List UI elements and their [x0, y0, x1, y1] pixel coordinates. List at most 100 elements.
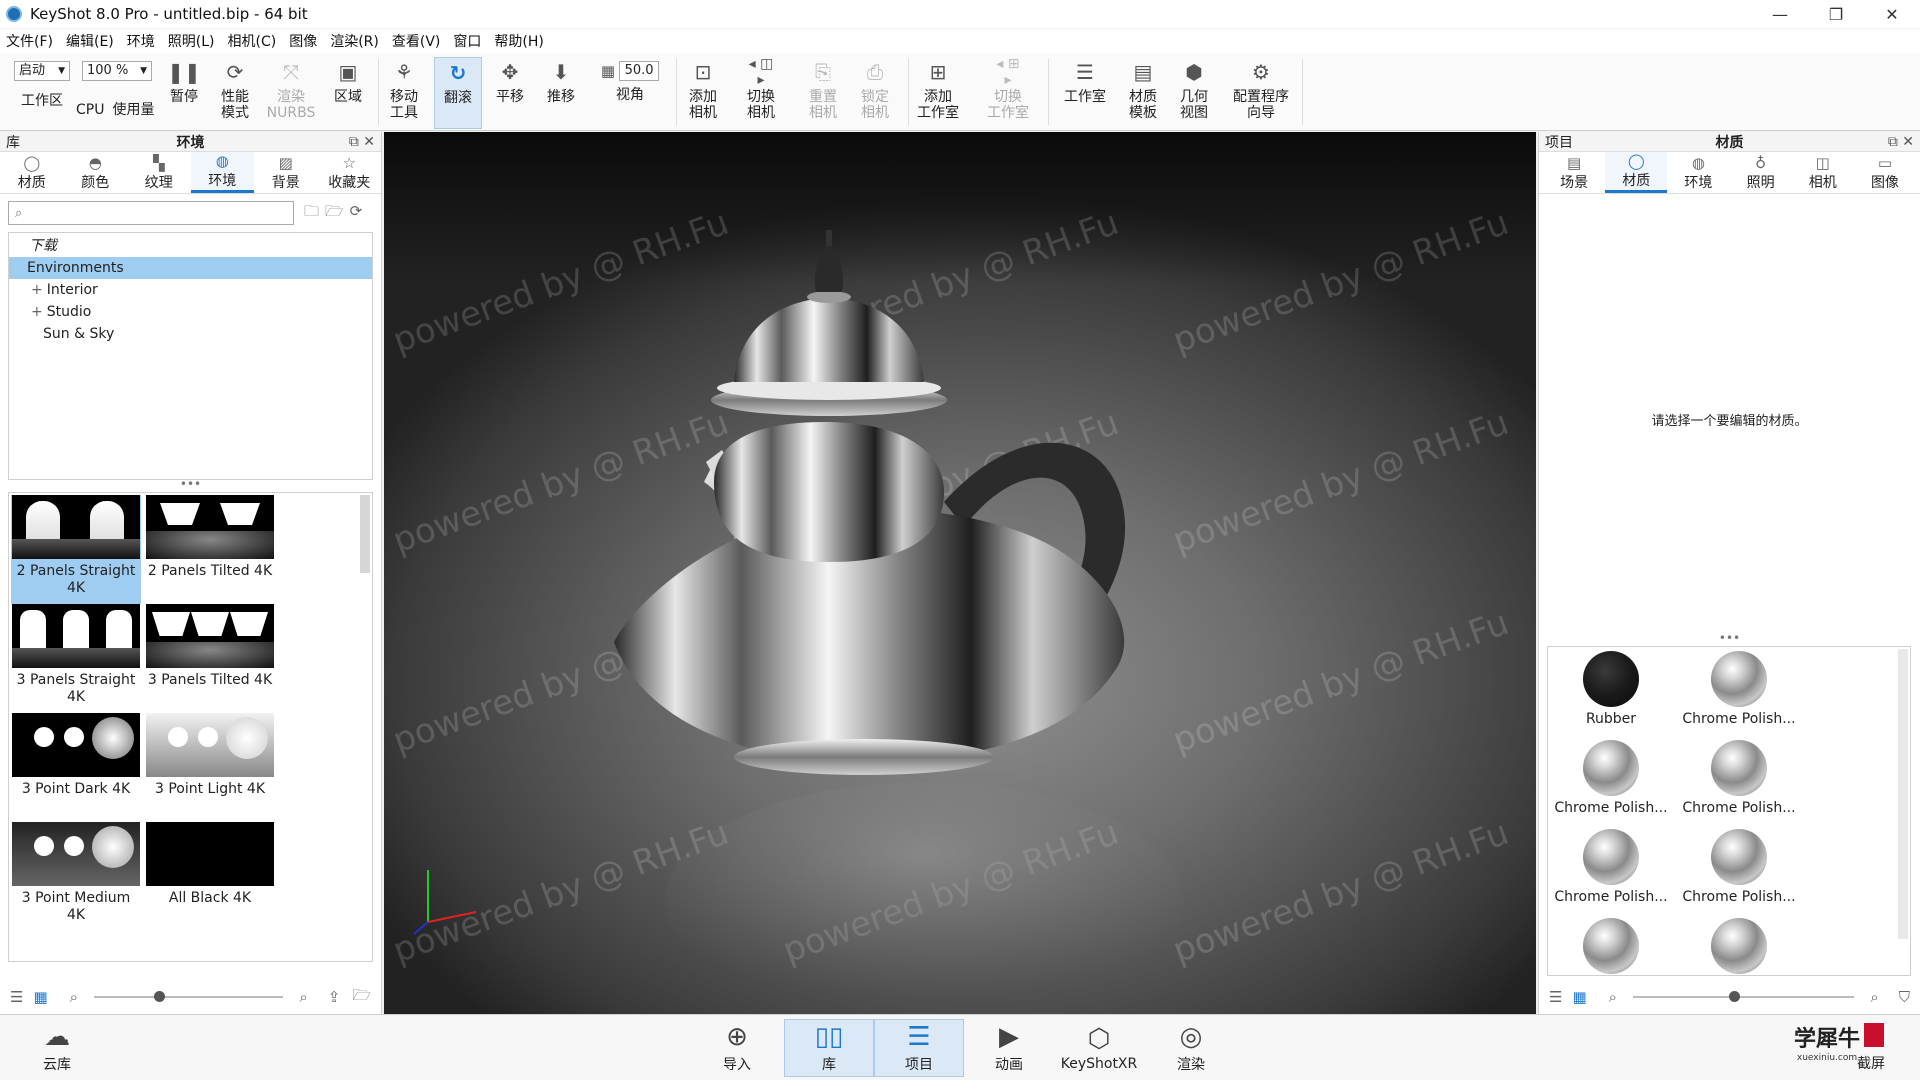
tab-materials[interactable]: ◯ 材质 [0, 152, 64, 193]
fov-input[interactable]: 50.0 [619, 61, 660, 81]
filter-icon[interactable]: ⛉ [1899, 988, 1910, 1006]
tab-image[interactable]: ▭ 图像 [1854, 152, 1916, 193]
grid-view-icon[interactable]: ▦ [1572, 988, 1586, 1006]
list-view-icon[interactable]: ☰ [10, 988, 23, 1006]
tab-environment[interactable]: ◍ 环境 [1667, 152, 1729, 193]
close-button[interactable]: ✕ [1864, 0, 1920, 28]
zoom-out-icon[interactable]: ⌕ [1609, 988, 1617, 1006]
panel-splitter[interactable]: ••• [0, 478, 381, 492]
folder-icon[interactable]: 🗁 [352, 985, 371, 1010]
render-nurbs-button[interactable]: ⤧ 渲染 NURBS [264, 57, 318, 129]
project-toggle-button[interactable]: ☰ 项目 [874, 1019, 964, 1077]
thumbnail-scrollbar[interactable] [360, 495, 370, 573]
studio-button[interactable]: ☰ 工作室 [1060, 57, 1110, 129]
tab-material[interactable]: ◯ 材质 [1605, 152, 1668, 193]
tumble-button[interactable]: ↻ 翻滚 [434, 57, 482, 129]
tree-item-download[interactable]: 下载 [9, 235, 372, 257]
material-scrollbar[interactable] [1898, 649, 1908, 939]
environment-thumbnail[interactable]: 3 Point Light 4K [145, 713, 275, 822]
pause-button[interactable]: ❚❚ 暂停 [164, 57, 204, 129]
zoom-in-icon[interactable]: ⌕ [1870, 988, 1878, 1006]
upload-icon[interactable]: ⇪ [328, 988, 341, 1006]
menu-lighting[interactable]: 照明(L) [168, 31, 215, 51]
animation-button[interactable]: ▶ 动画 [964, 1019, 1054, 1077]
environment-thumbnail[interactable]: 3 Point Medium 4K [11, 822, 141, 931]
menu-view[interactable]: 查看(V) [392, 31, 441, 51]
menu-environment[interactable]: 环境 [127, 31, 155, 51]
material-swatch[interactable]: Chrome Polish... [1676, 651, 1802, 740]
tab-favorites[interactable]: ☆ 收藏夹 [318, 152, 382, 193]
add-studio-button[interactable]: ⊞ 添加 工作室 [912, 57, 964, 129]
material-swatch[interactable]: Chrome Polish... [1676, 740, 1802, 829]
startup-select[interactable]: 启动 ▼ [14, 61, 70, 81]
tree-item-environments[interactable]: Environments [9, 257, 372, 279]
environment-thumbnail[interactable]: 2 Panels Tilted 4K [145, 495, 275, 604]
menu-edit[interactable]: 编辑(E) [66, 31, 114, 51]
screenshot-button[interactable]: 截屏 [1826, 1019, 1916, 1077]
panel-float-close-icon[interactable]: ⧉ ✕ [349, 134, 375, 150]
library-toggle-button[interactable]: ▯▯ 库 [784, 1019, 874, 1077]
environment-thumbnail-grid: 2 Panels Straight 4K 2 Panels Tilted 4K … [8, 492, 373, 962]
geometry-view-button[interactable]: ⬢ 几何 视图 [1172, 57, 1216, 129]
environment-thumbnail[interactable]: 3 Panels Tilted 4K [145, 604, 275, 713]
panel-float-close-icon[interactable]: ⧉ ✕ [1888, 134, 1914, 150]
tab-colors[interactable]: ◓ 颜色 [64, 152, 128, 193]
tree-item-interior[interactable]: + Interior [9, 279, 372, 301]
tree-item-sun-sky[interactable]: Sun & Sky [9, 323, 372, 345]
folder-refresh-icons[interactable]: 🗀🗁⟳ [304, 201, 368, 226]
material-template-button[interactable]: ▤ 材质 模板 [1120, 57, 1166, 129]
panel-splitter[interactable]: ••• [1539, 632, 1920, 646]
lock-camera-button[interactable]: ⎙ 锁定 相机 [852, 57, 898, 129]
render-button[interactable]: ◎ 渲染 [1146, 1019, 1236, 1077]
environment-thumbnail[interactable]: 3 Point Dark 4K [11, 713, 141, 822]
minimize-button[interactable]: — [1752, 0, 1808, 28]
list-view-icon[interactable]: ☰ [1549, 988, 1562, 1006]
move-tool-button[interactable]: ⚘ 移动 工具 [384, 57, 424, 129]
tab-lighting[interactable]: ♁ 照明 [1730, 152, 1792, 193]
library-search-input[interactable]: ⌕ [8, 201, 294, 225]
keyshotxr-button[interactable]: ⬡ KeyShotXR [1054, 1019, 1144, 1077]
environment-thumbnail[interactable]: All Black 4K [145, 822, 275, 931]
region-button[interactable]: ▣ 区域 [326, 57, 370, 129]
material-swatch[interactable]: Chrome Polish... [1548, 829, 1674, 918]
dolly-button[interactable]: ⬇ 推移 [540, 57, 582, 129]
tab-backplates[interactable]: ▨ 背景 [254, 152, 318, 193]
environment-thumbnail[interactable]: 2 Panels Straight 4K [11, 495, 141, 604]
thumbnail-size-slider[interactable] [94, 991, 284, 1002]
zoom-in-icon[interactable]: ⌕ [299, 988, 307, 1006]
material-swatch[interactable]: Chrome Polish... [1548, 740, 1674, 829]
material-size-slider[interactable] [1633, 991, 1855, 1002]
workspace-button[interactable]: 工作区 [12, 93, 72, 127]
tab-scene[interactable]: ▤ 场景 [1543, 152, 1605, 193]
menu-render[interactable]: 渲染(R) [330, 31, 379, 51]
material-swatch[interactable]: Rubber [1548, 651, 1674, 740]
pan-button[interactable]: ✥ 平移 [490, 57, 530, 129]
render-viewport[interactable]: powered by @ RH.Fu powered by @ RH.Fu po… [384, 132, 1536, 1014]
import-button[interactable]: ⊕ 导入 [692, 1019, 782, 1077]
menu-file[interactable]: 文件(F) [6, 31, 53, 51]
environment-thumbnail[interactable]: 3 Panels Straight 4K [11, 604, 141, 713]
material-swatch[interactable] [1548, 918, 1674, 975]
restore-button[interactable]: ❐ [1808, 0, 1864, 28]
tab-textures[interactable]: ▚ 纹理 [127, 152, 191, 193]
sphere-icon: ◯ [23, 153, 41, 172]
menu-window[interactable]: 窗口 [453, 31, 481, 51]
menu-image[interactable]: 图像 [289, 31, 317, 51]
reset-camera-button[interactable]: ⎘ 重置 相机 [800, 57, 846, 129]
tree-item-studio[interactable]: + Studio [9, 301, 372, 323]
menu-help[interactable]: 帮助(H) [494, 31, 543, 51]
performance-mode-button[interactable]: ⟳ 性能 模式 [210, 57, 260, 129]
material-swatch[interactable]: Chrome Polish... [1676, 829, 1802, 918]
tab-environments[interactable]: ◍ 环境 [190, 152, 254, 193]
zoom-out-icon[interactable]: ⌕ [70, 988, 78, 1006]
material-swatch[interactable] [1676, 918, 1802, 975]
config-wizard-button[interactable]: ⚙ 配置程序 向导 [1224, 57, 1298, 129]
switch-camera-button[interactable]: ◂ ◫ ▸ 切换 相机 [734, 56, 788, 129]
add-camera-button[interactable]: ⊡ 添加 相机 [680, 57, 726, 129]
menu-camera[interactable]: 相机(C) [228, 31, 277, 51]
grid-view-icon[interactable]: ▦ [33, 988, 47, 1006]
cloud-library-button[interactable]: ☁ 云库 [12, 1019, 102, 1077]
switch-studio-button[interactable]: ◂ ⊞ ▸ 切换 工作室 [978, 56, 1038, 129]
cpu-usage-select[interactable]: 100 % ▼ [82, 61, 152, 81]
tab-camera[interactable]: ◫ 相机 [1792, 152, 1854, 193]
